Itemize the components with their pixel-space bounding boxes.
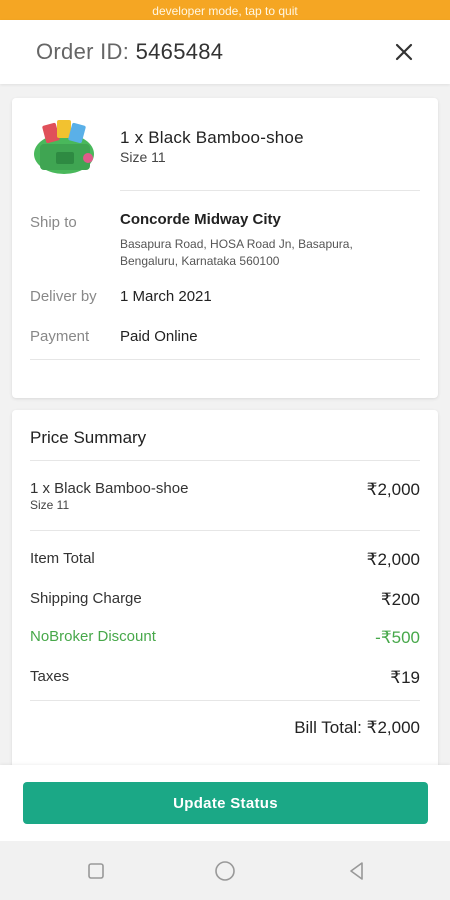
order-id-label: Order ID: [36,39,130,64]
product-title: 1 x Black Bamboo-shoe [120,128,304,147]
deliver-by-label: Deliver by [30,288,97,305]
divider [30,530,420,531]
product-size: Size 11 [120,149,166,165]
home-button[interactable] [214,860,236,882]
summary-item-title: 1 x Black Bamboo-shoe [30,480,189,497]
deliver-by-value: 1 March 2021 [120,288,212,305]
order-id-value: 5465484 [135,39,224,64]
summary-item-price: ₹2,000 [366,480,420,499]
developer-mode-banner[interactable]: developer mode, tap to quit [0,0,450,20]
bill-total: Bill Total: ₹2,000 [294,718,420,738]
item-total-amount: ₹2,000 [366,550,420,569]
bill-total-label: Bill Total: [294,718,362,737]
ship-to-address: Basapura Road, HOSA Road Jn, Basapura, B… [120,236,420,270]
order-header: Order ID: 5465484 [0,20,450,84]
update-status-button[interactable]: Update Status [23,782,428,824]
price-summary-card: Price Summary 1 x Black Bamboo-shoe Size… [12,410,438,770]
product-image [34,120,94,174]
divider [30,700,420,701]
order-details-card: 1 x Black Bamboo-shoe Size 11 Ship to Co… [12,98,438,398]
action-bar: Update Status [0,765,450,841]
circle-icon [215,861,235,881]
system-navigation-bar [0,841,450,900]
shipping-charge-label: Shipping Charge [30,590,142,607]
recent-apps-button[interactable] [85,860,107,882]
ship-to-name: Concorde Midway City [120,211,281,228]
item-total-label: Item Total [30,550,95,567]
address-line-1: Basapura Road, HOSA Road Jn, Basapura, [120,237,353,251]
divider [30,460,420,461]
shipping-charge-amount: ₹200 [380,590,420,609]
triangle-back-icon [350,862,363,880]
back-button[interactable] [346,860,368,882]
close-icon [395,43,413,61]
taxes-amount: ₹19 [390,668,420,687]
payment-value: Paid Online [120,328,198,345]
taxes-label: Taxes [30,668,70,685]
discount-label: NoBroker Discount [30,628,156,645]
summary-item-size: Size 11 [30,498,70,512]
ship-to-label: Ship to [30,214,77,231]
square-icon [88,863,104,879]
close-button[interactable] [392,40,416,64]
payment-label: Payment [30,328,90,345]
price-summary-title: Price Summary [30,428,147,447]
address-line-2: Bengaluru, Karnataka 560100 [120,254,280,268]
order-id-title: Order ID: 5465484 [36,39,223,65]
divider [30,359,420,360]
bill-total-value: ₹2,000 [366,718,420,737]
divider [120,190,420,191]
discount-amount: -₹500 [375,628,420,647]
